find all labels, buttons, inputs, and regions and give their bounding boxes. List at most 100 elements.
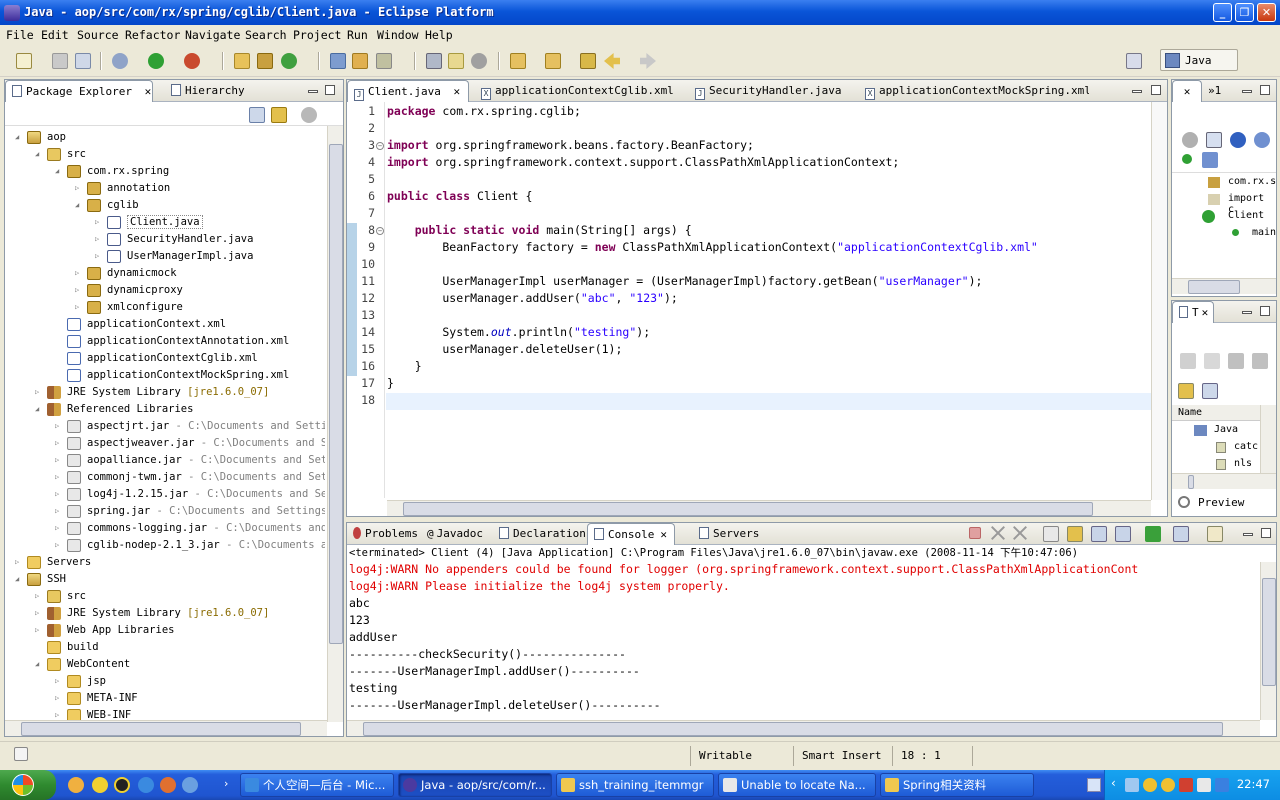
collapse-arrow-icon[interactable]: ◢ xyxy=(75,202,82,209)
view-menu-icon[interactable] xyxy=(301,107,317,123)
tab-tasks[interactable]: T ✕ xyxy=(1172,301,1214,323)
filter-icon[interactable] xyxy=(1182,154,1192,164)
menu-run[interactable]: Run xyxy=(347,28,368,42)
task-personal-space[interactable]: 个人空间—后台 - Mic... xyxy=(240,773,394,797)
fast-view-icon[interactable] xyxy=(14,747,28,761)
editor-hscroll[interactable] xyxy=(387,500,1151,516)
tab-servers[interactable]: Servers xyxy=(693,523,763,545)
menu-file[interactable]: File xyxy=(6,28,34,42)
quicklaunch-icon[interactable] xyxy=(92,777,108,793)
network-icon[interactable] xyxy=(1125,778,1139,792)
new-project-icon[interactable] xyxy=(234,53,250,69)
new-class-icon[interactable] xyxy=(281,53,297,69)
expand-arrow-icon[interactable]: ▷ xyxy=(35,593,42,600)
menu-source[interactable]: Source xyxy=(77,28,119,42)
package-tree-hscroll[interactable] xyxy=(5,720,327,736)
tree-item[interactable]: applicationContextMockSpring.xml xyxy=(7,367,325,384)
messenger-icon[interactable] xyxy=(1161,778,1175,792)
display-console-icon[interactable] xyxy=(1173,526,1189,542)
toggle-mark-occurrences-icon[interactable] xyxy=(426,53,442,69)
preview-label[interactable]: Preview xyxy=(1198,496,1244,509)
tree-item[interactable]: build xyxy=(7,639,325,656)
expand-arrow-icon[interactable]: ▷ xyxy=(55,423,62,430)
expand-arrow-icon[interactable]: ▷ xyxy=(55,474,62,481)
fold-collapse-icon[interactable]: − xyxy=(376,227,384,235)
minimize-view-icon[interactable] xyxy=(1242,311,1252,314)
tab-applicationcontextmockspring-xml[interactable]: XapplicationContextMockSpring.xml xyxy=(859,80,1089,102)
expand-arrow-icon[interactable]: ▷ xyxy=(55,508,62,515)
java-perspective-button[interactable]: Java xyxy=(1160,49,1238,71)
previous-annotation-icon[interactable] xyxy=(545,53,561,69)
maximize-view-icon[interactable] xyxy=(1151,85,1161,95)
qq-icon[interactable] xyxy=(114,777,130,793)
terminate-icon[interactable] xyxy=(969,527,981,539)
ie-icon[interactable] xyxy=(138,777,154,793)
tab-applicationcontextcglib-xml[interactable]: XapplicationContextCglib.xml xyxy=(475,80,675,102)
task-ssh-training[interactable]: ssh_training_itemmgr xyxy=(556,773,714,797)
tab-problems[interactable]: Problems xyxy=(347,523,421,545)
firefox-icon[interactable] xyxy=(160,777,176,793)
tray-app-icon[interactable] xyxy=(1215,778,1229,792)
tree-item[interactable]: ▷ cglib-nodep-2.1_3.jar - C:\Documents an xyxy=(7,537,325,554)
delete-icon[interactable] xyxy=(1252,353,1268,369)
sort-icon[interactable] xyxy=(1206,132,1222,148)
more-views-icon[interactable]: »1 xyxy=(1208,80,1232,102)
show-whitespace-icon[interactable] xyxy=(471,53,487,69)
tree-item[interactable]: ▷ commonj-twm.jar - C:\Documents and Sett xyxy=(7,469,325,486)
show-on-error-icon[interactable] xyxy=(1115,526,1131,542)
clock[interactable]: 22:47 xyxy=(1237,777,1270,791)
tree-item[interactable]: ▷ Web App Libraries xyxy=(7,622,325,639)
close-icon[interactable]: ✕ xyxy=(1202,306,1209,319)
pin-console-icon[interactable] xyxy=(1145,526,1161,542)
expand-arrow-icon[interactable]: ▷ xyxy=(55,542,62,549)
editor-vscroll[interactable] xyxy=(1151,102,1167,500)
expand-arrow-icon[interactable]: ▷ xyxy=(15,559,22,566)
close-button[interactable]: ✕ xyxy=(1257,3,1276,22)
package-tree[interactable]: ◢ aop ◢ src ◢ com.rx.spring ▷ annotation ◢ cglib ▷… xyxy=(7,126,325,800)
collapse-arrow-icon[interactable]: ◢ xyxy=(15,576,22,583)
menu-navigate[interactable]: Navigate xyxy=(185,28,240,42)
tree-item[interactable]: ▷ commons-logging.jar - C:\Documents and xyxy=(7,520,325,537)
expand-arrow-icon[interactable]: ▷ xyxy=(55,712,62,719)
console-vscroll[interactable] xyxy=(1260,562,1276,720)
hide-static-icon[interactable] xyxy=(1230,132,1246,148)
tree-item[interactable]: ◢ SSH xyxy=(7,571,325,588)
expand-arrow-icon[interactable]: ▷ xyxy=(35,627,42,634)
tray-expand-icon[interactable]: ‹ xyxy=(1111,776,1116,790)
expand-arrow-icon[interactable]: ▷ xyxy=(95,236,102,243)
tree-item[interactable]: ▷ Servers xyxy=(7,554,325,571)
close-icon[interactable]: ✕ xyxy=(1184,85,1191,98)
tree-item[interactable]: applicationContext.xml xyxy=(7,316,325,333)
external-tools-icon[interactable] xyxy=(184,53,200,69)
tree-item[interactable]: ▷ SecurityHandler.java xyxy=(7,231,325,248)
search-icon[interactable] xyxy=(376,53,392,69)
fold-collapse-icon[interactable]: − xyxy=(376,142,384,150)
hide-local-types-icon[interactable] xyxy=(1202,152,1218,168)
expand-arrow-icon[interactable]: ▷ xyxy=(55,491,62,498)
tree-item[interactable]: ▷ aopalliance.jar - C:\Documents and Sett xyxy=(7,452,325,469)
link-with-editor-icon[interactable] xyxy=(271,107,287,123)
maximize-view-icon[interactable] xyxy=(325,85,335,95)
tree-item[interactable]: ◢ aop xyxy=(7,129,325,146)
tree-item[interactable]: ▷ log4j-1.2.15.jar - C:\Documents and Set xyxy=(7,486,325,503)
open-perspective-icon[interactable] xyxy=(1126,53,1142,69)
menu-window[interactable]: Window xyxy=(377,28,419,42)
tree-item[interactable]: ◢ Referenced Libraries xyxy=(7,401,325,418)
tree-item[interactable]: ▷ annotation xyxy=(7,180,325,197)
task-spring-docs[interactable]: Spring相关资料 xyxy=(880,773,1034,797)
open-type-icon[interactable] xyxy=(330,53,346,69)
tab-securityhandler-java[interactable]: J SecurityHandler.java xyxy=(689,80,849,102)
tree-item[interactable]: ▷ aspectjweaver.jar - C:\Documents and Se xyxy=(7,435,325,452)
expand-arrow-icon[interactable]: ▷ xyxy=(55,457,62,464)
expand-arrow-icon[interactable]: ▷ xyxy=(95,253,102,260)
menu-refactor[interactable]: Refactor xyxy=(125,28,180,42)
tree-item[interactable]: ◢ cglib xyxy=(7,197,325,214)
outline-hscroll[interactable] xyxy=(1172,278,1276,294)
expand-arrow-icon[interactable]: ▷ xyxy=(75,287,82,294)
scroll-lock-icon[interactable] xyxy=(1067,526,1083,542)
tree-item[interactable]: ▷ jsp xyxy=(7,673,325,690)
start-button[interactable] xyxy=(0,770,56,800)
tree-item[interactable]: ▷ Client.java xyxy=(7,214,325,231)
task-eclipse[interactable]: Java - aop/src/com/r... xyxy=(398,773,552,797)
quicklaunch-icon[interactable] xyxy=(182,777,198,793)
